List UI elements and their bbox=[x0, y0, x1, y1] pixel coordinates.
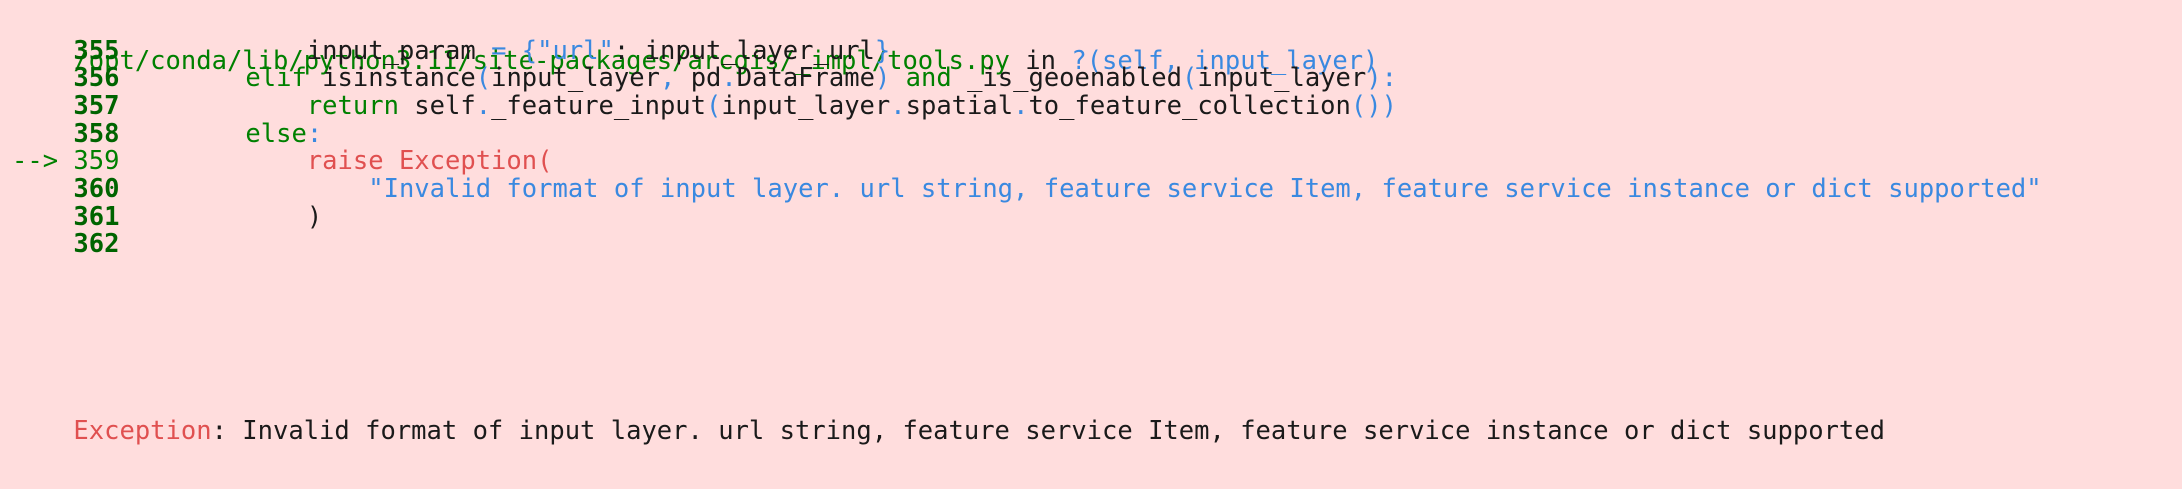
code-content: ) bbox=[184, 198, 322, 236]
code-token: "Invalid format of input layer. url stri… bbox=[368, 174, 2042, 204]
code-token: to_feature_collection bbox=[1028, 90, 1351, 121]
code-content: return self._feature_input(input_layer.s… bbox=[184, 87, 1397, 125]
code-token: . bbox=[1013, 90, 1029, 121]
exception-line: Exception: Invalid format of input layer… bbox=[12, 374, 1885, 446]
code-token: ) bbox=[306, 201, 323, 232]
code-token: ( bbox=[706, 90, 722, 121]
code-token: . bbox=[475, 90, 492, 121]
line-number: 362 bbox=[12, 229, 120, 260]
code-content: "Invalid format of input layer. url stri… bbox=[184, 170, 2042, 208]
traceback-output: /opt/conda/lib/python3.11/site-packages/… bbox=[0, 0, 2182, 446]
code-token: _feature_input bbox=[491, 90, 707, 121]
code-token: . bbox=[890, 90, 906, 121]
code-token: input_layer bbox=[721, 90, 891, 121]
code-token: self bbox=[398, 90, 476, 121]
code-token: ()) bbox=[1350, 90, 1397, 121]
code-token: spatial bbox=[905, 90, 1014, 121]
